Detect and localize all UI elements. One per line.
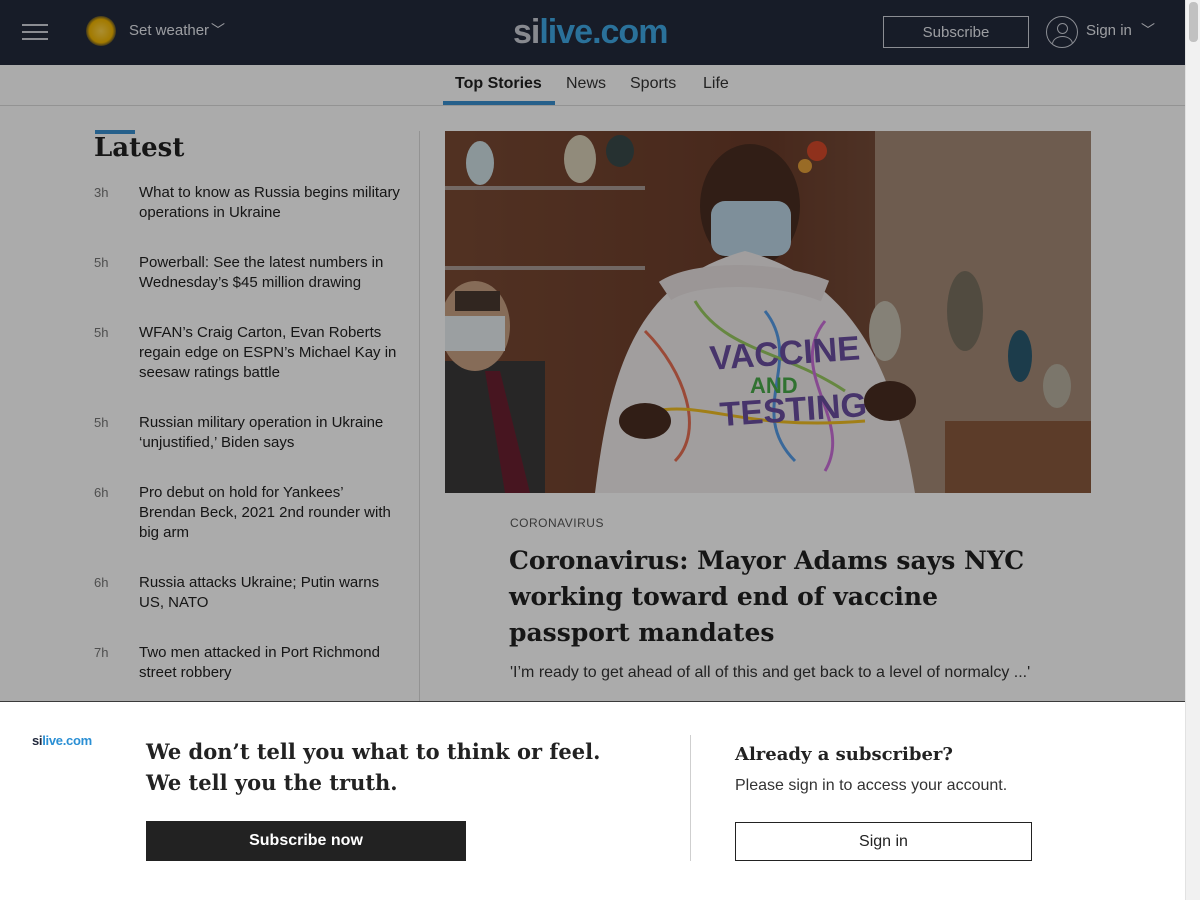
subscribe-now-button[interactable]: Subscribe now xyxy=(146,821,466,861)
paywall-headline-line2: We tell you the truth. xyxy=(146,770,398,795)
scrollbar-thumb[interactable] xyxy=(1189,2,1198,42)
modal-backdrop xyxy=(0,0,1185,701)
already-subscriber-title: Already a subscriber? xyxy=(735,744,953,765)
paywall-logo: silive.com xyxy=(32,733,92,748)
paywall-sign-in-button[interactable]: Sign in xyxy=(735,822,1032,861)
paywall-divider xyxy=(690,735,691,861)
page-scrollbar[interactable] xyxy=(1185,0,1200,900)
paywall-headline: We don’t tell you what to think or feel.… xyxy=(146,736,626,798)
already-subscriber-text: Please sign in to access your account. xyxy=(735,777,1008,794)
paywall-banner: silive.com We don’t tell you what to thi… xyxy=(0,701,1185,900)
paywall-headline-line1: We don’t tell you what to think or feel. xyxy=(146,739,601,764)
